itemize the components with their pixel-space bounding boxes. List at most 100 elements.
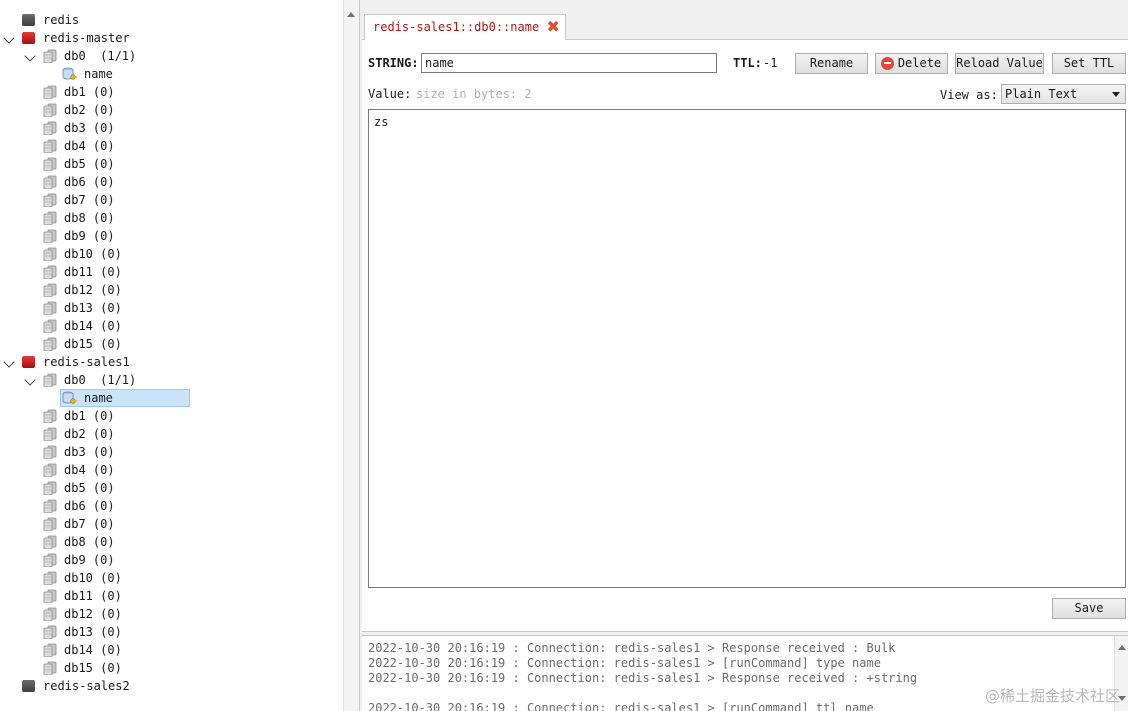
value-editor: STRING: name TTL: -1 Rename Delete Reloa… [362,40,1128,632]
server-icon [22,14,35,26]
tree-node-label: db3 (0) [64,445,115,459]
tab-label: redis-sales1::db0::name [373,20,540,34]
key-view-panel: redis-sales1::db0::name ✖ STRING: name T… [362,0,1128,711]
tree-db-db8[interactable]: db8 (0) [0,209,340,227]
server-connected-icon [22,32,35,44]
value-size-label: size in bytes: 2 [416,87,532,101]
chevron-down-icon[interactable] [24,374,36,386]
tree-db-db11[interactable]: db11 (0) [0,263,340,281]
tree-node-label: db10 (0) [64,247,122,261]
close-icon[interactable]: ✖ [545,19,561,35]
tree-node-label: redis [43,13,80,27]
tree-server-redis-master[interactable]: redis-master [0,29,340,47]
key-name-input[interactable]: name [421,53,717,73]
tree-db-db6[interactable]: db6 (0) [0,173,340,191]
tree-db-db9[interactable]: db9 (0) [0,227,340,245]
ttl-label: TTL: [733,56,762,70]
scroll-up-arrow-icon[interactable] [1118,645,1126,650]
log-line: 2022-10-30 20:16:19 : Connection: redis-… [368,656,881,670]
tree-node-label: db15 (0) [64,661,122,675]
tree-node-label: name [84,67,113,81]
view-as-selected: Plain Text [1005,87,1078,101]
chevron-down-icon[interactable] [24,50,36,62]
tree-node-label: db10 (0) [64,571,122,585]
tree-scrollbar[interactable] [343,0,359,711]
tree-server-redis-sales2[interactable]: redis-sales2 [0,677,340,695]
tab-strip: redis-sales1::db0::name ✖ [362,10,1128,41]
tree-server-redis-sales1[interactable]: redis-sales1 [0,353,340,371]
ttl-value: -1 [763,56,778,70]
server-connected-icon [22,356,35,368]
tree-node-label: db11 (0) [64,265,122,279]
server-icon [22,680,35,692]
tree-node-label: name [84,391,113,405]
tree-db-db5[interactable]: db5 (0) [0,479,340,497]
tree-node-label: db7 (0) [64,517,115,531]
tab-key-view[interactable]: redis-sales1::db0::name ✖ [364,14,567,41]
tree-node-label: db7 (0) [64,193,115,207]
selection-highlight [60,389,190,407]
tree-db-db4[interactable]: db4 (0) [0,461,340,479]
delete-button[interactable]: Delete [875,53,948,74]
key-type-label: STRING: [368,56,419,70]
rename-button[interactable]: Rename [795,53,868,74]
tree-db-db8[interactable]: db8 (0) [0,533,340,551]
tree-db-db10[interactable]: db10 (0) [0,245,340,263]
delete-label: Delete [897,56,942,70]
delete-icon [881,57,894,70]
tree-db-db2[interactable]: db2 (0) [0,425,340,443]
tree-node-label: db15 (0) [64,337,122,351]
tree-node-label: db3 (0) [64,121,115,135]
chevron-down-icon[interactable] [3,356,15,368]
tree-node-label: db12 (0) [64,283,122,297]
chevron-down-icon[interactable] [3,32,15,44]
tree-db-db3[interactable]: db3 (0) [0,119,340,137]
tree-db-db1[interactable]: db1 (0) [0,83,340,101]
tree-node-label: db9 (0) [64,229,115,243]
tree-db-db13[interactable]: db13 (0) [0,623,340,641]
connection-tree: redis redis-master db0 (1/1) name db1 (0) db2… [0,0,360,711]
scroll-up-arrow-icon[interactable] [347,12,355,17]
tree-db-db14[interactable]: db14 (0) [0,317,340,335]
tree-node-label: db2 (0) [64,103,115,117]
tree-node-label: db5 (0) [64,481,115,495]
tree-node-label: db6 (0) [64,499,115,513]
tree-node-label: db0 (1/1) [64,49,137,63]
reload-value-button[interactable]: Reload Value [955,53,1044,74]
value-textarea[interactable]: zs [368,109,1126,588]
tree-db-db14[interactable]: db14 (0) [0,641,340,659]
tree-node-label: db4 (0) [64,139,115,153]
tree-key-name[interactable]: name [0,65,340,83]
tree-db-db12[interactable]: db12 (0) [0,281,340,299]
tree-node-label: db12 (0) [64,607,122,621]
tree-db-db7[interactable]: db7 (0) [0,515,340,533]
tree-node-label: db9 (0) [64,553,115,567]
tree-node-label: redis-sales2 [43,679,130,693]
tree-db-db6[interactable]: db6 (0) [0,497,340,515]
tree-db-db5[interactable]: db5 (0) [0,155,340,173]
set-ttl-button[interactable]: Set TTL [1052,53,1126,74]
tree-db-db7[interactable]: db7 (0) [0,191,340,209]
tree-db-db15[interactable]: db15 (0) [0,335,340,353]
tree-node-label: db11 (0) [64,589,122,603]
tree-db-db9[interactable]: db9 (0) [0,551,340,569]
tree-db-db12[interactable]: db12 (0) [0,605,340,623]
tree-key-name[interactable]: name [0,389,340,407]
tree-db-db0[interactable]: db0 (1/1) [0,371,340,389]
log-line: 2022-10-30 20:16:19 : Connection: redis-… [368,671,918,685]
tree-db-db10[interactable]: db10 (0) [0,569,340,587]
tree-db-db15[interactable]: db15 (0) [0,659,340,677]
tree-db-db2[interactable]: db2 (0) [0,101,340,119]
view-as-select[interactable]: Plain Text [1001,84,1126,104]
tree-server-redis[interactable]: redis [0,11,340,29]
save-button[interactable]: Save [1052,598,1126,619]
tree-db-db11[interactable]: db11 (0) [0,587,340,605]
tree-db-db4[interactable]: db4 (0) [0,137,340,155]
chevron-down-icon [1112,92,1120,97]
tree-node-label: db2 (0) [64,427,115,441]
tree-db-db1[interactable]: db1 (0) [0,407,340,425]
tree-db-db0[interactable]: db0 (1/1) [0,47,340,65]
tree-node-label: db6 (0) [64,175,115,189]
tree-db-db3[interactable]: db3 (0) [0,443,340,461]
tree-db-db13[interactable]: db13 (0) [0,299,340,317]
